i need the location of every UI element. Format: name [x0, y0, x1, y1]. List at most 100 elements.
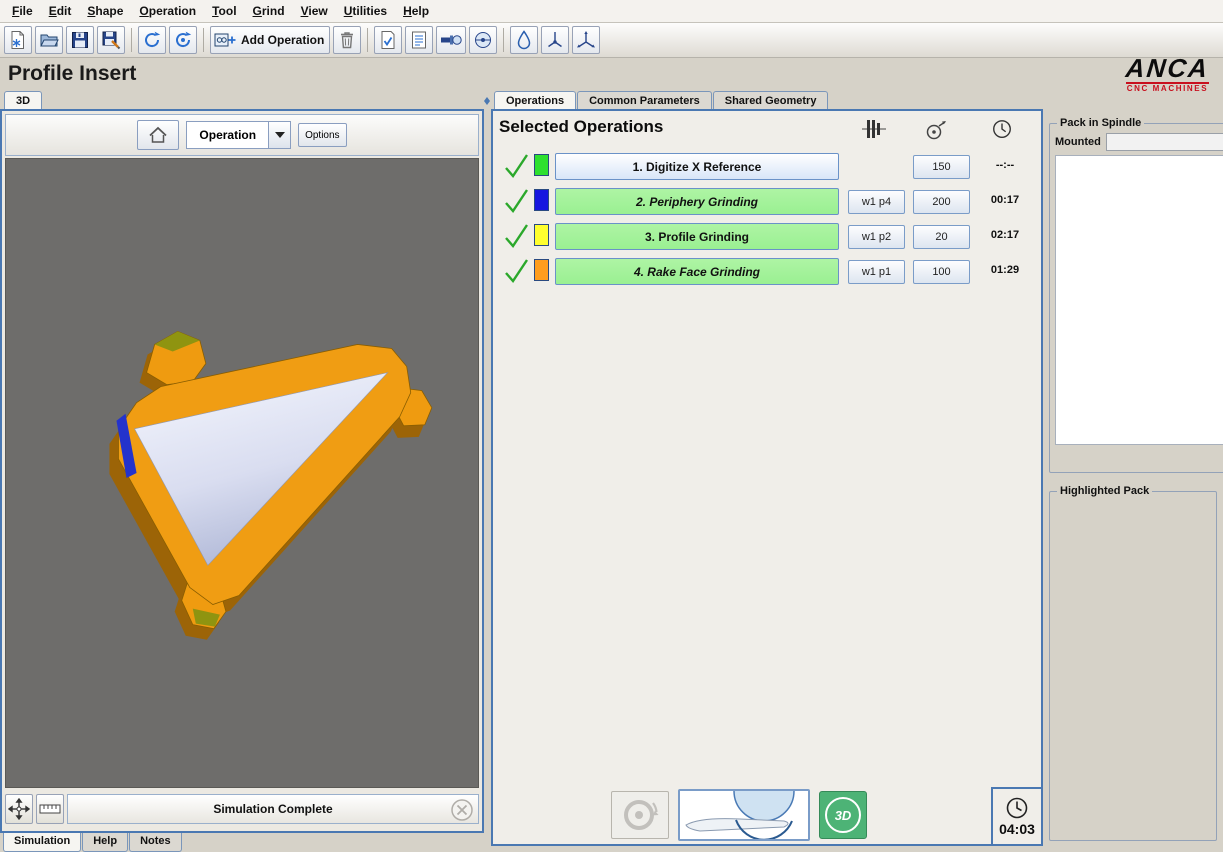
operation-speed-button[interactable]: 20 [913, 225, 970, 249]
page-title: Profile Insert [8, 62, 136, 86]
menu-tool[interactable]: Tool [204, 1, 244, 21]
menu-grind[interactable]: Grind [245, 1, 293, 21]
options-button[interactable]: Options [298, 123, 346, 147]
document-lines-icon [409, 30, 429, 50]
wheel-profile-image [680, 791, 808, 839]
operation-row: 3. Profile Grinding w1 p2 20 02:17 [493, 219, 1041, 254]
tab-common-parameters[interactable]: Common Parameters [577, 91, 712, 109]
operation-color-swatch[interactable] [534, 154, 549, 176]
pack-in-spindle-title: Pack in Spindle [1057, 117, 1144, 129]
menu-shape[interactable]: Shape [79, 1, 131, 21]
left-panel-tabs: 3D [0, 89, 484, 109]
right-panel-tabs: OperationsCommon ParametersShared Geomet… [491, 89, 1223, 109]
menu-utilities[interactable]: Utilities [336, 1, 395, 21]
tool-notes-button[interactable] [405, 26, 433, 54]
pan-view-button[interactable] [5, 794, 33, 824]
simulation-status-bar: Simulation Complete [67, 794, 479, 824]
operation-name-button[interactable]: 1. Digitize X Reference [555, 153, 839, 180]
simulate-icon [142, 30, 162, 50]
menu-file[interactable]: File [4, 1, 41, 21]
operation-name-button[interactable]: 4. Rake Face Grinding [555, 258, 839, 285]
operation-row: 1. Digitize X Reference 150 --:-- [493, 149, 1041, 184]
cycle-time-box: 04:03 [991, 787, 1041, 844]
new-file-icon [8, 30, 28, 50]
wheel-editor-icon [473, 30, 493, 50]
operation-color-swatch[interactable] [534, 224, 549, 246]
new-file-button[interactable] [4, 26, 32, 54]
add-operation-button[interactable]: Add Operation [210, 26, 330, 54]
wheel-pack-column-icon [861, 118, 887, 140]
save-button[interactable] [66, 26, 94, 54]
toolbar-separator [203, 28, 204, 52]
operation-wheelpack-button[interactable]: w1 p4 [848, 190, 905, 214]
save-as-button[interactable] [97, 26, 125, 54]
simulate-batch-button[interactable] [169, 26, 197, 54]
save-as-icon [101, 30, 121, 50]
ruler-icon [38, 800, 62, 818]
toolbar: Add Operation [0, 23, 1223, 58]
mounted-input[interactable] [1106, 133, 1223, 151]
open-file-button[interactable] [35, 26, 63, 54]
splitter-collapse-arrows[interactable] [484, 97, 491, 109]
operation-name-button[interactable]: 2. Periphery Grinding [555, 188, 839, 215]
operation-dropdown-label: Operation [186, 121, 269, 149]
insert-3d-model [6, 159, 478, 787]
menu-view[interactable]: View [293, 1, 336, 21]
operation-color-swatch[interactable] [534, 189, 549, 211]
selected-operations-panel: Selected Operations 1. Digitize X Refere… [491, 109, 1043, 846]
right-panel-body: Selected Operations 1. Digitize X Refere… [491, 109, 1223, 852]
tab-3d[interactable]: 3D [4, 91, 42, 109]
operation-wheelpack-button[interactable]: w1 p2 [848, 225, 905, 249]
anca-logo-text: ANCA [1125, 55, 1211, 81]
coolant-button[interactable] [510, 26, 538, 54]
delete-operation-button[interactable] [333, 26, 361, 54]
collet-button[interactable] [436, 26, 466, 54]
wheel-profile-button[interactable] [678, 789, 810, 841]
operation-dropdown[interactable]: Operation [186, 121, 291, 149]
tool-summary-button[interactable] [374, 26, 402, 54]
trash-icon [337, 30, 357, 50]
3d-view-button[interactable]: 3D [819, 791, 867, 839]
axes-icon [576, 30, 596, 50]
tab-help[interactable]: Help [82, 833, 128, 852]
cancel-simulation-button[interactable] [450, 798, 474, 822]
simulate-button[interactable] [138, 26, 166, 54]
home-view-button[interactable] [137, 120, 179, 150]
operation-speed-button[interactable]: 100 [913, 260, 970, 284]
menu-operation[interactable]: Operation [131, 1, 204, 21]
open-folder-icon [39, 30, 59, 50]
operation-check-icon [502, 257, 530, 285]
menu-help[interactable]: Help [395, 1, 437, 21]
operation-dropdown-arrow[interactable] [269, 121, 291, 149]
simulation-viewport[interactable] [5, 158, 479, 788]
grinding-wheel-button[interactable] [611, 791, 669, 839]
mounted-label: Mounted [1055, 136, 1101, 148]
tab-notes[interactable]: Notes [129, 833, 182, 852]
toolbar-separator [503, 28, 504, 52]
operation-check-icon [502, 222, 530, 250]
panel-splitter[interactable] [484, 89, 491, 852]
pack-list[interactable] [1055, 155, 1223, 445]
operations-bottom-bar: 3D 04:03 [493, 786, 1041, 844]
operation-time: --:-- [979, 159, 1031, 171]
tab-shared-geometry[interactable]: Shared Geometry [713, 91, 829, 109]
operation-row: 2. Periphery Grinding w1 p4 200 00:17 [493, 184, 1041, 219]
operation-time: 02:17 [979, 229, 1031, 241]
document-check-icon [378, 30, 398, 50]
probe-button[interactable] [541, 26, 569, 54]
operation-color-swatch[interactable] [534, 259, 549, 281]
axes-button[interactable] [572, 26, 600, 54]
wheel-editor-button[interactable] [469, 26, 497, 54]
view-toolbar: Operation Options [5, 114, 479, 156]
menubar: FileEditShapeOperationToolGrindViewUtili… [0, 0, 1223, 23]
add-operation-label: Add Operation [241, 33, 326, 47]
operation-name-button[interactable]: 3. Profile Grinding [555, 223, 839, 250]
operation-wheelpack-button[interactable]: w1 p1 [848, 260, 905, 284]
operation-speed-button[interactable]: 150 [913, 155, 970, 179]
menu-edit[interactable]: Edit [41, 1, 80, 21]
collapse-right-icon [487, 97, 490, 105]
tab-operations[interactable]: Operations [494, 91, 576, 109]
measure-button[interactable] [36, 794, 64, 824]
tab-simulation[interactable]: Simulation [3, 833, 81, 852]
operation-speed-button[interactable]: 200 [913, 190, 970, 214]
